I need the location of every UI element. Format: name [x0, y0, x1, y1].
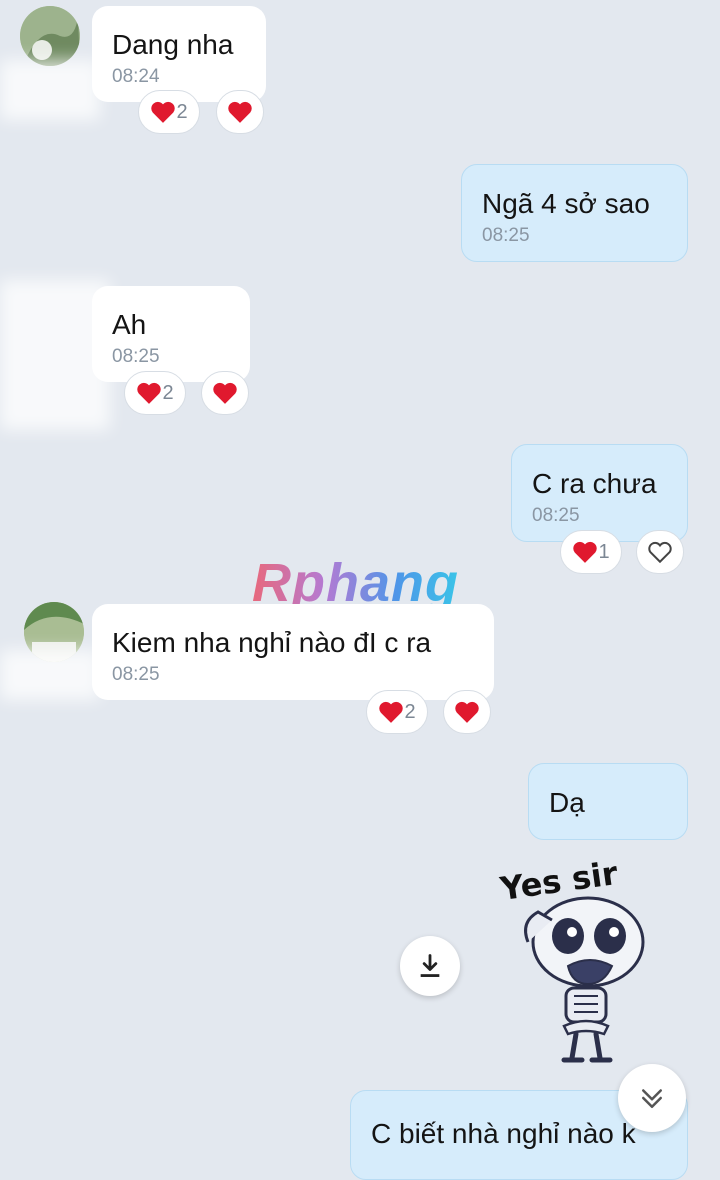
reaction-count-pill[interactable]: 1	[560, 530, 622, 574]
message-text: Kiem nha nghỉ nào đI c ra	[112, 627, 432, 658]
message-time: 08:25	[532, 505, 580, 526]
download-icon	[420, 954, 440, 977]
message-bubble[interactable]: Ngã 4 sở sao 08:25	[461, 164, 688, 262]
message-text: C biết nhà nghỉ nào k	[371, 1118, 636, 1149]
message-bubble[interactable]: Dạ	[528, 763, 688, 840]
heart-icon	[213, 382, 237, 404]
heart-icon	[228, 101, 252, 123]
reaction-count-pill[interactable]: 2	[138, 90, 200, 134]
reaction-count: 2	[162, 381, 174, 404]
message-bubble[interactable]: Kiem nha nghỉ nào đI c ra 08:25	[92, 604, 494, 700]
react-button[interactable]	[443, 690, 491, 734]
reaction-count: 2	[176, 100, 188, 123]
reaction-count: 1	[598, 540, 610, 563]
message-bubble[interactable]: C ra chưa 08:25	[511, 444, 688, 542]
message-bubble[interactable]: Dang nha 08:24	[92, 6, 266, 102]
message-text: C ra chưa	[532, 468, 657, 499]
heart-icon	[573, 541, 598, 563]
message-text: Dạ	[549, 787, 585, 818]
reaction-count-pill[interactable]: 2	[124, 371, 186, 415]
heart-icon	[379, 701, 404, 723]
chevron-double-down-icon	[642, 1089, 662, 1108]
avatar[interactable]	[20, 6, 80, 66]
message-text: Ngã 4 sở sao	[482, 188, 650, 219]
download-button[interactable]	[400, 936, 460, 996]
skeleton-sticker[interactable]	[508, 892, 658, 1072]
react-button[interactable]	[636, 530, 684, 574]
message-time: 08:24	[112, 66, 160, 87]
heart-icon	[137, 382, 162, 404]
heart-outline-icon	[648, 541, 672, 564]
scroll-down-button[interactable]	[618, 1064, 686, 1132]
react-button[interactable]	[216, 90, 264, 134]
message-time: 08:25	[112, 346, 160, 367]
react-button[interactable]	[201, 371, 249, 415]
heart-icon	[455, 701, 479, 723]
message-time: 08:25	[482, 225, 530, 246]
message-text: Dang nha	[112, 29, 234, 60]
heart-icon	[151, 101, 176, 123]
message-time: 08:25	[112, 664, 160, 685]
reaction-count: 2	[404, 700, 416, 723]
reaction-count-pill[interactable]: 2	[366, 690, 428, 734]
message-text: Ah	[112, 309, 147, 340]
message-bubble[interactable]: Ah 08:25	[92, 286, 250, 382]
